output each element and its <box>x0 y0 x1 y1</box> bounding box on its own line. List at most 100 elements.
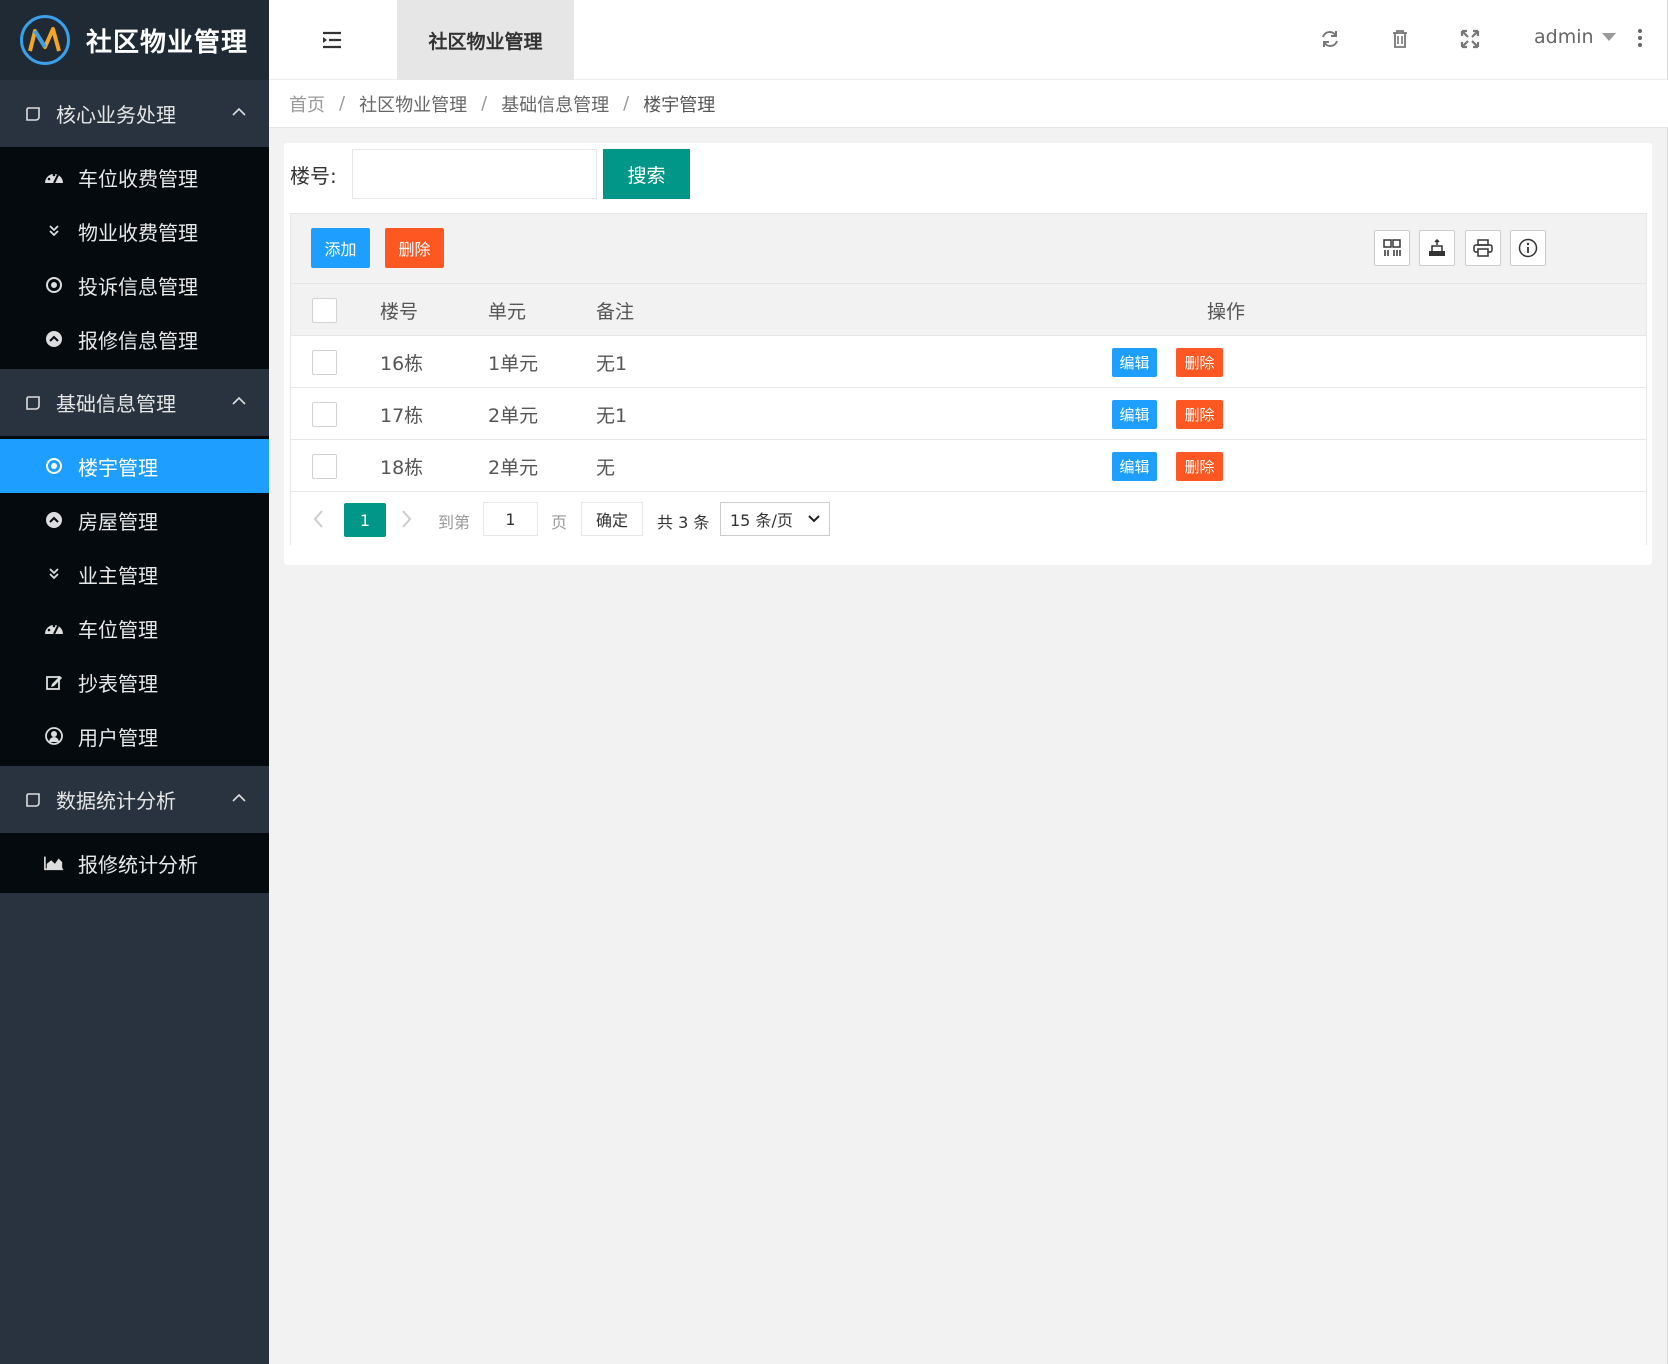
pagination: 1 到第 1 页 确定 共 3 条 15 条/页 <box>291 492 1646 546</box>
menu-toggle-icon[interactable] <box>321 30 343 50</box>
page-label: 页 <box>551 513 568 532</box>
double-chevron-down-icon <box>44 564 64 584</box>
delete-button[interactable]: 删除 <box>1176 348 1223 377</box>
breadcrumb-level2[interactable]: 基础信息管理 <box>501 91 609 117</box>
double-chevron-down-icon <box>44 221 64 241</box>
nav-group-basic-info-items: 楼宇管理 房屋管理 业主管理 车位管理 抄表管理 用户管理 <box>0 436 269 766</box>
dashboard-icon <box>44 167 64 187</box>
data-table: 添加 删除 楼号 单元 备注 操作 16栋 1单元 无1 编辑 删除 17栋 2… <box>290 213 1647 546</box>
content-card: 楼号: 搜索 添加 删除 楼号 单元 备注 操作 16栋 1单元 无1 编辑 删… <box>284 143 1652 565</box>
sidebar-item-parking[interactable]: 车位管理 <box>0 601 269 655</box>
table-row: 16栋 1单元 无1 编辑 删除 <box>291 336 1646 388</box>
info-icon[interactable] <box>1510 230 1546 266</box>
cell-unit: 2单元 <box>488 456 539 479</box>
sidebar-item-parking-fee[interactable]: 车位收费管理 <box>0 150 269 204</box>
page-size-value: 15 条/页 <box>730 511 793 530</box>
target-icon <box>44 275 64 295</box>
sidebar-item-houses[interactable]: 房屋管理 <box>0 493 269 547</box>
export-icon[interactable] <box>1419 230 1455 266</box>
sidebar-item-repairs[interactable]: 报修信息管理 <box>0 312 269 366</box>
next-page-icon[interactable] <box>396 508 416 530</box>
sidebar-item-buildings[interactable]: 楼宇管理 <box>0 439 269 493</box>
table-toolbar: 添加 删除 <box>291 214 1646 284</box>
chevron-circle-icon <box>44 329 64 349</box>
nav-group-basic-info[interactable]: 基础信息管理 <box>0 369 269 436</box>
cell-note: 无1 <box>596 352 628 375</box>
sidebar-item-repair-stats[interactable]: 报修统计分析 <box>0 836 269 890</box>
chevron-up-icon <box>232 107 246 116</box>
sidebar-item-label: 物业收费管理 <box>78 220 198 245</box>
sidebar-item-label: 抄表管理 <box>78 671 158 696</box>
username: admin <box>1534 26 1594 48</box>
column-header-note[interactable]: 备注 <box>596 284 634 336</box>
nav-group-core-items: 车位收费管理 物业收费管理 投诉信息管理 报修信息管理 <box>0 147 269 369</box>
sidebar-item-label: 用户管理 <box>78 725 158 750</box>
delete-button[interactable]: 删除 <box>1176 400 1223 429</box>
trash-icon[interactable] <box>1389 28 1411 50</box>
app-title: 社区物业管理 <box>86 27 249 58</box>
edit-button[interactable]: 编辑 <box>1112 400 1157 429</box>
column-header-actions: 操作 <box>1206 300 1245 323</box>
goto-label: 到第 <box>438 513 471 532</box>
delete-button[interactable]: 删除 <box>1176 452 1223 481</box>
row-checkbox[interactable] <box>312 402 337 427</box>
more-vertical-icon[interactable] <box>1637 28 1643 48</box>
sidebar-item-label: 报修信息管理 <box>78 328 198 353</box>
row-checkbox[interactable] <box>312 454 337 479</box>
total-count: 共 3 条 <box>657 513 710 532</box>
cell-note: 无1 <box>596 404 628 427</box>
nav-group-statistics[interactable]: 数据统计分析 <box>0 766 269 833</box>
refresh-icon[interactable] <box>1319 28 1341 50</box>
breadcrumb-separator: / <box>481 93 488 114</box>
breadcrumb-current: 楼宇管理 <box>643 94 716 116</box>
cell-building: 16栋 <box>380 352 424 375</box>
edit-button[interactable]: 编辑 <box>1112 452 1157 481</box>
sidebar: 社区物业管理 核心业务处理 车位收费管理 物业收费管理 投诉信息管理 报修信息管… <box>0 0 269 1364</box>
columns-icon[interactable] <box>1374 230 1410 266</box>
add-button[interactable]: 添加 <box>311 228 370 268</box>
edit-icon <box>44 672 64 692</box>
prev-page-icon[interactable] <box>309 508 329 530</box>
breadcrumb: 首页 / 社区物业管理 / 基础信息管理 / 楼宇管理 <box>269 80 1668 128</box>
select-all-checkbox[interactable] <box>312 298 337 323</box>
logo-area: 社区物业管理 <box>0 0 269 80</box>
sidebar-item-property-fee[interactable]: 物业收费管理 <box>0 204 269 258</box>
page-current[interactable]: 1 <box>344 503 386 537</box>
chat-bubble-icon <box>26 106 40 121</box>
edit-button[interactable]: 编辑 <box>1112 348 1157 377</box>
building-search-input[interactable] <box>352 149 597 199</box>
dashboard-icon <box>44 618 64 638</box>
chevron-circle-icon <box>44 510 64 530</box>
cell-unit: 1单元 <box>488 352 539 375</box>
breadcrumb-home[interactable]: 首页 <box>289 91 325 117</box>
table-row: 18栋 2单元 无 编辑 删除 <box>291 440 1646 492</box>
top-header: 社区物业管理 admin <box>269 0 1668 80</box>
sidebar-item-complaints[interactable]: 投诉信息管理 <box>0 258 269 312</box>
user-circle-icon <box>44 726 64 746</box>
print-icon[interactable] <box>1465 230 1501 266</box>
user-menu[interactable]: admin <box>1534 26 1616 48</box>
batch-delete-button[interactable]: 删除 <box>385 228 444 268</box>
tab-home[interactable]: 社区物业管理 <box>397 0 574 80</box>
column-header-unit[interactable]: 单元 <box>488 284 526 336</box>
search-button[interactable]: 搜索 <box>603 149 690 199</box>
nav-group-core[interactable]: 核心业务处理 <box>0 80 269 147</box>
chat-bubble-icon <box>26 395 40 410</box>
sidebar-item-label: 报修统计分析 <box>78 852 198 877</box>
breadcrumb-level1[interactable]: 社区物业管理 <box>359 91 467 117</box>
sidebar-item-users[interactable]: 用户管理 <box>0 709 269 763</box>
fullscreen-icon[interactable] <box>1459 28 1481 50</box>
cell-note: 无 <box>596 456 616 479</box>
row-checkbox[interactable] <box>312 350 337 375</box>
table-header: 楼号 单元 备注 操作 <box>291 284 1646 336</box>
cell-building: 18栋 <box>380 456 424 479</box>
sidebar-item-owners[interactable]: 业主管理 <box>0 547 269 601</box>
nav-group-label: 数据统计分析 <box>56 789 176 813</box>
page-size-select[interactable]: 15 条/页 <box>720 502 830 536</box>
cell-unit: 2单元 <box>488 404 539 427</box>
sidebar-item-meter-reading[interactable]: 抄表管理 <box>0 655 269 709</box>
goto-page-input[interactable]: 1 <box>483 502 538 536</box>
goto-confirm-button[interactable]: 确定 <box>581 502 643 536</box>
target-icon <box>44 456 64 476</box>
column-header-building[interactable]: 楼号 <box>380 284 418 336</box>
